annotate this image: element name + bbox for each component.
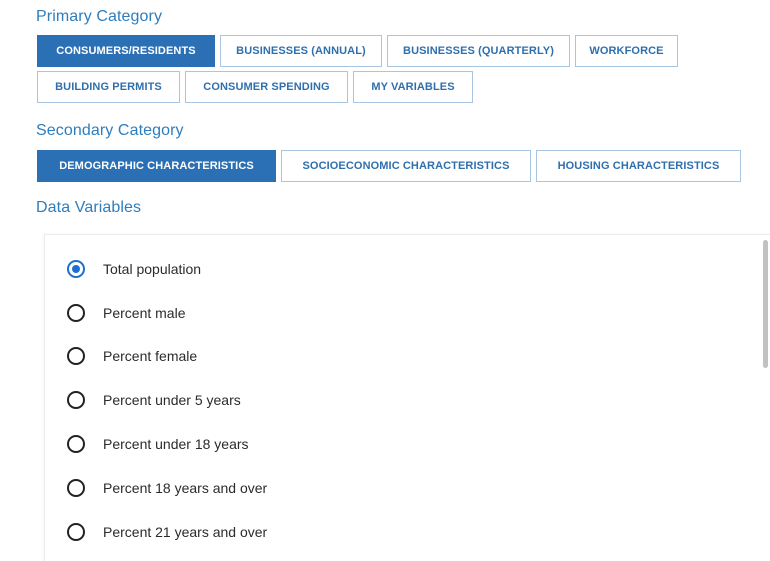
variable-option-label: Percent 18 years and over [103,480,268,496]
variable-option-percent-under-18[interactable]: Percent under 18 years [67,432,249,456]
tab-housing-characteristics[interactable]: HOUSING CHARACTERISTICS [536,150,741,182]
variable-option-percent-under-5[interactable]: Percent under 5 years [67,388,241,412]
secondary-category-title: Secondary Category [36,122,184,139]
tab-workforce[interactable]: WORKFORCE [575,35,678,67]
secondary-tabs-row: DEMOGRAPHIC CHARACTERISTICS SOCIOECONOMI… [37,150,741,182]
tab-businesses-annual[interactable]: BUSINESSES (ANNUAL) [220,35,382,67]
radio-icon[interactable] [67,347,85,365]
radio-icon[interactable] [67,479,85,497]
variable-option-label: Percent male [103,305,186,321]
variable-selector-page: Primary Category CONSUMERS/RESIDENTS BUS… [0,0,770,561]
tab-demographic-characteristics[interactable]: DEMOGRAPHIC CHARACTERISTICS [37,150,276,182]
tab-consumer-spending[interactable]: CONSUMER SPENDING [185,71,348,103]
primary-tabs-row-2: BUILDING PERMITS CONSUMER SPENDING MY VA… [37,71,473,103]
tab-my-variables[interactable]: MY VARIABLES [353,71,473,103]
radio-icon[interactable] [67,435,85,453]
radio-icon[interactable] [67,391,85,409]
variable-option-label: Percent under 18 years [103,436,249,452]
variable-option-label: Percent under 5 years [103,392,241,408]
tab-businesses-quarterly[interactable]: BUSINESSES (QUARTERLY) [387,35,570,67]
primary-tabs-row-1: CONSUMERS/RESIDENTS BUSINESSES (ANNUAL) … [37,35,678,67]
tab-building-permits[interactable]: BUILDING PERMITS [37,71,180,103]
data-variables-title: Data Variables [36,199,142,216]
variable-option-label: Total population [103,261,202,277]
data-variables-list[interactable]: Total population Percent male Percent fe… [44,234,770,561]
radio-icon[interactable] [67,523,85,541]
variable-option-percent-female[interactable]: Percent female [67,344,197,368]
variable-option-total-population[interactable]: Total population [67,257,201,281]
variable-option-label: Percent 21 years and over [103,524,268,540]
variable-option-percent-male[interactable]: Percent male [67,301,185,325]
list-scrollbar[interactable] [763,240,768,368]
variable-option-label: Percent female [103,348,198,364]
primary-category-title: Primary Category [36,8,163,25]
variable-option-percent-21-and-over[interactable]: Percent 21 years and over [67,520,267,544]
radio-selected-icon[interactable] [67,260,85,278]
variable-option-percent-18-and-over[interactable]: Percent 18 years and over [67,476,267,500]
tab-consumers-residents[interactable]: CONSUMERS/RESIDENTS [37,35,215,67]
tab-socioeconomic-characteristics[interactable]: SOCIOECONOMIC CHARACTERISTICS [281,150,531,182]
radio-icon[interactable] [67,304,85,322]
